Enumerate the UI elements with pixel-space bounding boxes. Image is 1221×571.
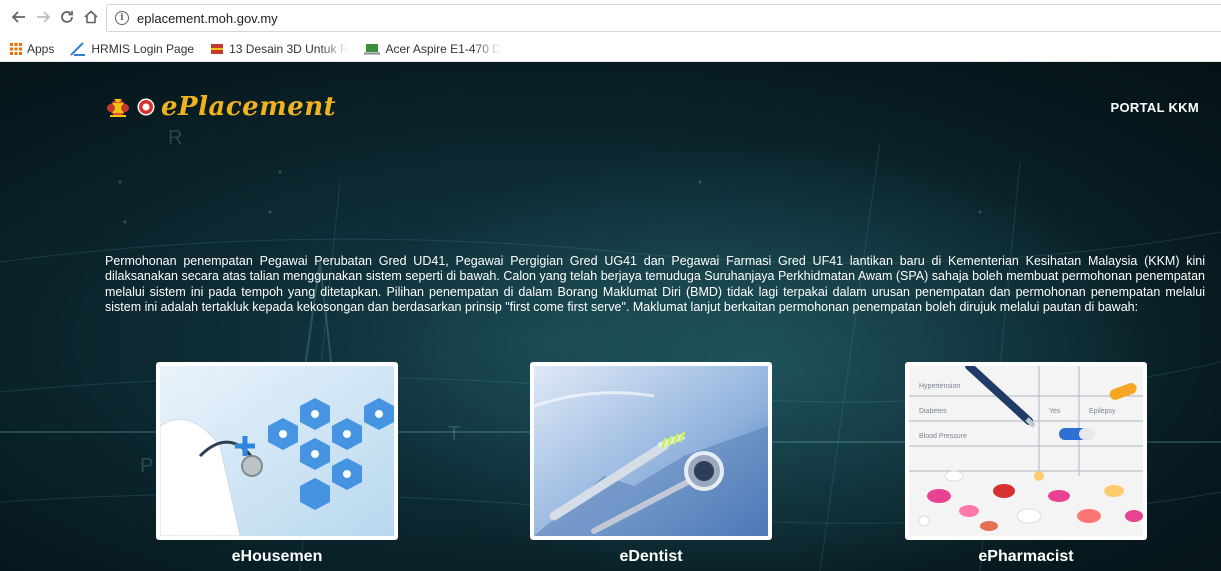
edentist-image	[534, 366, 768, 536]
home-icon	[84, 10, 98, 24]
svg-text:Blood Pressure: Blood Pressure	[919, 433, 967, 440]
ehousemen-card[interactable]	[156, 362, 398, 540]
bookmark-label: Apps	[27, 41, 55, 56]
moh-logo-icon	[137, 98, 155, 116]
bookmark-label: 13 Desain 3D Untuk R	[229, 41, 349, 56]
epharmacist-title[interactable]: ePharmacist	[905, 548, 1147, 566]
apps-grid-icon	[10, 42, 22, 55]
book-icon	[210, 42, 224, 56]
info-icon[interactable]: i	[115, 11, 129, 25]
svg-text:P: P	[140, 455, 153, 477]
logo-text: ePlacement	[161, 92, 337, 122]
reload-button[interactable]	[56, 6, 78, 28]
malaysia-crest-icon	[107, 99, 129, 117]
browser-toolbar: i eplacement.moh.gov.my	[0, 0, 1221, 36]
svg-text:Epilepsy: Epilepsy	[1089, 408, 1116, 415]
address-input[interactable]: i eplacement.moh.gov.my	[106, 4, 1221, 32]
svg-text:T: T	[448, 423, 460, 445]
portal-kkm-link[interactable]: PORTAL KKM	[1111, 100, 1199, 115]
bookmark-apps[interactable]: Apps	[10, 39, 54, 59]
bookmark-acer[interactable]: Acer Aspire E1-470 D	[364, 39, 501, 59]
ehousemen-image	[160, 366, 394, 536]
forward-button[interactable]	[32, 6, 54, 28]
bookmark-desain[interactable]: 13 Desain 3D Untuk R	[210, 39, 348, 59]
arrow-right-icon	[37, 11, 51, 23]
edentist-title[interactable]: eDentist	[530, 548, 772, 566]
bookmark-label: HRMIS Login Page	[91, 41, 195, 56]
epharmacist-card[interactable]: Hypertension Diabetes Blood Pressure Yes Ep…	[905, 362, 1147, 540]
laptop-icon	[364, 43, 381, 55]
hrmis-icon	[70, 41, 86, 56]
svg-text:Yes: Yes	[1049, 408, 1061, 415]
back-button[interactable]	[8, 6, 30, 28]
site-logo[interactable]: ePlacement	[105, 92, 336, 122]
svg-text:Hypertension: Hypertension	[919, 383, 960, 390]
page-content: R P T ePlacement PORTAL KKM Permohonan p…	[0, 62, 1221, 571]
reload-icon	[61, 11, 73, 23]
bookmark-hrmis[interactable]: HRMIS Login Page	[70, 39, 194, 59]
url-text: eplacement.moh.gov.my	[137, 10, 278, 26]
intro-text: Permohonan penempatan Pegawai Perubatan …	[105, 254, 1205, 315]
arrow-left-icon	[11, 11, 25, 23]
svg-text:R: R	[168, 127, 182, 149]
epharmacist-image: Hypertension Diabetes Blood Pressure Yes Ep…	[909, 366, 1143, 536]
ehousemen-title[interactable]: eHousemen	[156, 548, 398, 566]
svg-text:Diabetes: Diabetes	[919, 408, 947, 415]
home-button[interactable]	[80, 6, 102, 28]
edentist-card[interactable]	[530, 362, 772, 540]
bookmark-label: Acer Aspire E1-470 D	[385, 41, 501, 56]
bookmarks-bar: Apps HRMIS Login Page 13 Desain 3D Untuk…	[0, 36, 1221, 62]
